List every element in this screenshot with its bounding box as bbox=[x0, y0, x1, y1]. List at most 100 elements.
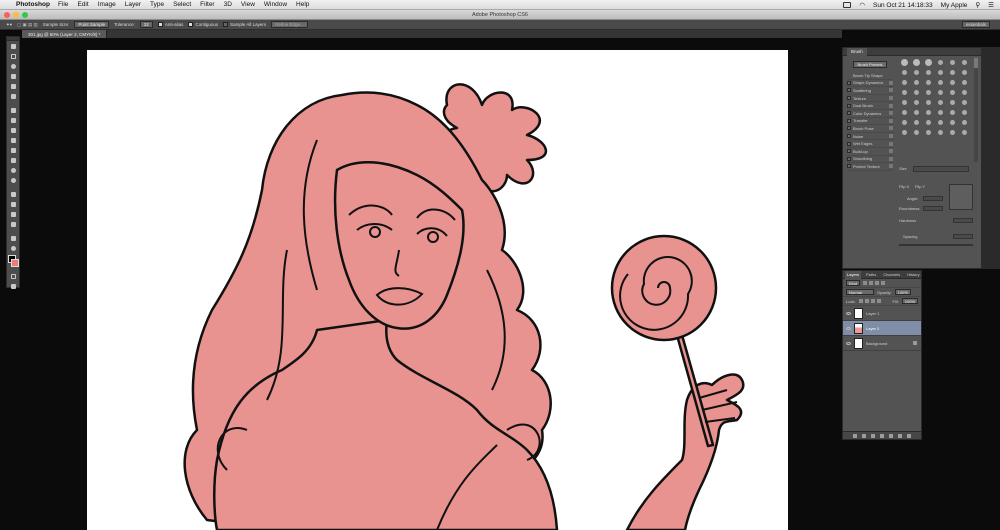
brush-option-row[interactable]: Smoothing bbox=[847, 156, 893, 164]
brush-option-row[interactable]: Color Dynamics bbox=[847, 110, 893, 118]
new-layer-icon[interactable] bbox=[898, 433, 902, 438]
brush-tip[interactable] bbox=[937, 99, 943, 105]
brush-tip[interactable] bbox=[901, 89, 907, 95]
brush-tip[interactable] bbox=[961, 79, 967, 85]
brush-option-row[interactable]: Shape Dynamics bbox=[847, 80, 893, 88]
user-menu[interactable]: My Apple bbox=[941, 2, 968, 9]
tab-layers[interactable]: Layers bbox=[845, 270, 862, 279]
brush-tip[interactable] bbox=[913, 99, 919, 105]
hardness-input[interactable] bbox=[953, 218, 973, 223]
lock-all-icon[interactable] bbox=[876, 299, 881, 303]
angle-input[interactable] bbox=[923, 196, 943, 201]
crop-tool-icon[interactable] bbox=[7, 82, 19, 91]
move-tool-icon[interactable] bbox=[7, 42, 19, 51]
menu-3d[interactable]: 3D bbox=[224, 1, 232, 8]
zoom-tool-icon[interactable] bbox=[7, 244, 19, 253]
tab-paths[interactable]: Paths bbox=[864, 271, 878, 279]
eraser-tool-icon[interactable] bbox=[7, 146, 19, 155]
pen-tool-icon[interactable] bbox=[7, 190, 19, 199]
brush-tool-icon[interactable] bbox=[7, 116, 19, 125]
history-brush-icon[interactable] bbox=[7, 136, 19, 145]
kind-filter-dropdown[interactable]: Kind bbox=[846, 280, 861, 286]
layer-row[interactable]: Background bbox=[843, 336, 921, 351]
brush-tip[interactable] bbox=[901, 109, 907, 115]
layer-row[interactable]: Layer 1 bbox=[843, 306, 921, 321]
menu-type[interactable]: Type bbox=[150, 1, 164, 8]
brush-option-row[interactable]: Dual Brush bbox=[847, 102, 893, 110]
adjustment-layer-icon[interactable] bbox=[880, 433, 884, 438]
visibility-eye-icon[interactable] bbox=[846, 341, 851, 345]
brush-tip[interactable] bbox=[937, 89, 943, 95]
brush-tip[interactable] bbox=[913, 79, 919, 85]
brush-tip[interactable] bbox=[937, 69, 943, 75]
brush-tip[interactable] bbox=[961, 69, 967, 75]
brush-tip[interactable] bbox=[949, 59, 955, 65]
spacing-checkbox[interactable]: Spacing bbox=[903, 234, 917, 239]
menu-select[interactable]: Select bbox=[173, 1, 191, 8]
brush-tip[interactable] bbox=[901, 79, 907, 85]
document-canvas[interactable] bbox=[87, 50, 788, 530]
brush-tip[interactable] bbox=[901, 129, 907, 135]
type-tool-icon[interactable] bbox=[7, 200, 19, 209]
document-tab[interactable]: 301.jpg @ 50% (Layer 2, CMYK/8) * bbox=[22, 30, 108, 38]
sample-size-dropdown[interactable]: Point Sample bbox=[74, 21, 110, 28]
tolerance-input[interactable]: 32 bbox=[139, 21, 153, 28]
filter-adjustment-icon[interactable] bbox=[869, 281, 874, 285]
brush-tip[interactable] bbox=[913, 89, 919, 95]
filter-shape-icon[interactable] bbox=[881, 281, 886, 285]
brush-tip[interactable] bbox=[912, 58, 920, 66]
notification-icon[interactable]: ☰ bbox=[988, 1, 994, 9]
brush-tip[interactable] bbox=[937, 109, 943, 115]
spotlight-icon[interactable]: ⚲ bbox=[975, 1, 980, 9]
clock[interactable]: Sun Oct 21 14:18:33 bbox=[873, 2, 933, 9]
layer-row-selected[interactable]: Layer 2 bbox=[843, 321, 921, 336]
tab-history[interactable]: History bbox=[905, 271, 921, 279]
brush-option-row[interactable]: Wet Edges bbox=[847, 140, 893, 148]
brush-tip[interactable] bbox=[900, 58, 908, 66]
blur-tool-icon[interactable] bbox=[7, 166, 19, 175]
menu-window[interactable]: Window bbox=[264, 1, 287, 8]
brush-tip[interactable] bbox=[949, 119, 955, 125]
brush-tip[interactable] bbox=[925, 109, 931, 115]
brush-tip[interactable] bbox=[961, 119, 967, 125]
battery-icon[interactable] bbox=[843, 2, 852, 8]
marquee-tool-icon[interactable] bbox=[7, 52, 19, 61]
flip-x-checkbox[interactable]: Flip X bbox=[899, 184, 909, 189]
zoom-window-icon[interactable] bbox=[22, 12, 28, 18]
quick-mask-icon[interactable] bbox=[7, 272, 19, 281]
brush-option-row[interactable]: Scattering bbox=[847, 87, 893, 95]
brush-tip[interactable] bbox=[937, 59, 943, 65]
refine-edge-button[interactable]: Refine Edge... bbox=[271, 21, 308, 28]
screen-mode-icon[interactable] bbox=[7, 282, 19, 291]
brush-panel-tab[interactable]: Brush bbox=[847, 47, 867, 56]
brush-tip[interactable] bbox=[925, 129, 931, 135]
visibility-eye-icon[interactable] bbox=[846, 326, 851, 330]
brush-tip[interactable] bbox=[913, 129, 919, 135]
brush-tip[interactable] bbox=[961, 89, 967, 95]
brush-option-row[interactable]: Brush Tip Shape bbox=[847, 72, 893, 80]
scroll-thumb[interactable] bbox=[974, 58, 978, 68]
hand-tool-icon[interactable] bbox=[7, 234, 19, 243]
size-slider[interactable] bbox=[913, 166, 969, 172]
brush-tip[interactable] bbox=[937, 79, 943, 85]
app-menu[interactable]: Photoshop bbox=[16, 1, 50, 8]
brush-option-row[interactable]: Noise bbox=[847, 133, 893, 141]
visibility-eye-icon[interactable] bbox=[846, 311, 851, 315]
menu-image[interactable]: Image bbox=[98, 1, 116, 8]
brush-tip[interactable] bbox=[961, 129, 967, 135]
shape-tool-icon[interactable] bbox=[7, 220, 19, 229]
brush-option-row[interactable]: Build-up bbox=[847, 148, 893, 156]
lock-icon[interactable] bbox=[913, 341, 917, 345]
brush-tip[interactable] bbox=[924, 58, 932, 66]
link-layers-icon[interactable] bbox=[853, 433, 857, 438]
brush-tip[interactable] bbox=[901, 119, 907, 125]
brush-tip[interactable] bbox=[949, 79, 955, 85]
tools-panel-grip[interactable] bbox=[7, 37, 19, 41]
brush-tip[interactable] bbox=[925, 89, 931, 95]
brush-tip[interactable] bbox=[901, 99, 907, 105]
spacing-input[interactable] bbox=[953, 234, 973, 239]
brush-tip[interactable] bbox=[949, 109, 955, 115]
contiguous-checkbox[interactable]: Contiguous bbox=[188, 22, 218, 27]
layer-style-icon[interactable] bbox=[862, 433, 866, 438]
brush-tip[interactable] bbox=[949, 89, 955, 95]
